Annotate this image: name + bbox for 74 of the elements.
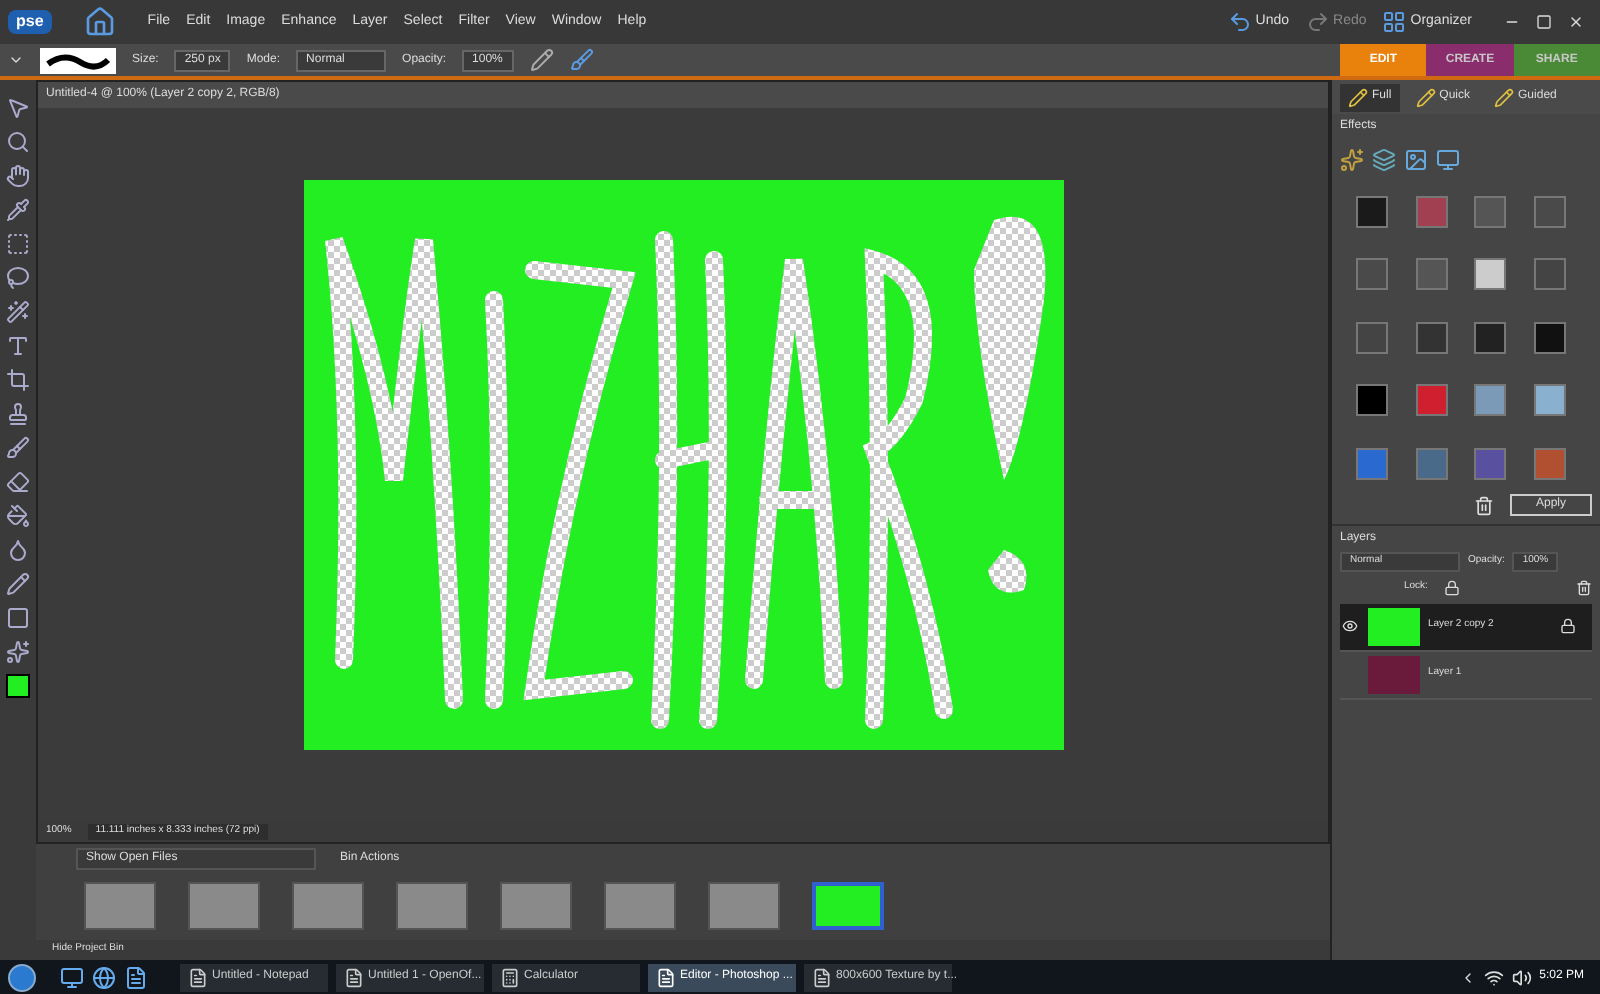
- image-thumbnail[interactable]: [292, 882, 364, 930]
- undo-icon: [1227, 10, 1252, 34]
- caret-icon[interactable]: [8, 52, 24, 68]
- effect-swatch[interactable]: [1356, 321, 1388, 354]
- lasso-tool-icon[interactable]: [6, 266, 30, 290]
- stamp-tool-icon[interactable]: [6, 402, 30, 426]
- effect-swatch[interactable]: [1474, 321, 1506, 354]
- window-icon: [656, 967, 676, 987]
- image-thumbnail[interactable]: [812, 882, 884, 930]
- effect-swatch[interactable]: [1474, 196, 1506, 228]
- effect-swatch[interactable]: [1415, 447, 1447, 480]
- color-swatches[interactable]: [6, 674, 30, 698]
- pencil-tool-icon[interactable]: [6, 572, 30, 596]
- effect-swatch[interactable]: [1533, 321, 1565, 354]
- move-tool-icon[interactable]: [6, 96, 30, 120]
- brush-stroke-preview[interactable]: [40, 47, 116, 73]
- window-icon: [188, 967, 208, 987]
- calculator-icon: [500, 967, 520, 987]
- shape-tool-icon[interactable]: [6, 606, 30, 630]
- eraser-tool-icon[interactable]: [6, 470, 30, 494]
- bucket-tool-icon[interactable]: [6, 504, 30, 528]
- pencil-icon: [1494, 87, 1515, 107]
- effect-swatch[interactable]: [1415, 321, 1447, 354]
- type-tool-icon[interactable]: [6, 334, 30, 358]
- effect-swatch[interactable]: [1533, 384, 1565, 417]
- effect-swatch[interactable]: [1474, 384, 1506, 417]
- effect-swatch[interactable]: [1356, 384, 1388, 417]
- brush-tool-icon[interactable]: [6, 436, 30, 460]
- trash-icon[interactable]: [1473, 495, 1494, 515]
- close-icon[interactable]: [1568, 14, 1584, 30]
- effect-swatch[interactable]: [1415, 196, 1447, 228]
- zoom-tool-icon[interactable]: [6, 130, 30, 154]
- pencil-icon: [1415, 87, 1436, 107]
- trash-icon[interactable]: [1576, 579, 1592, 595]
- maximize-icon[interactable]: [1536, 14, 1552, 30]
- effect-swatch[interactable]: [1533, 258, 1565, 291]
- home-icon[interactable]: [83, 6, 116, 38]
- crop-tool-icon[interactable]: [6, 368, 30, 392]
- window-icon: [344, 967, 364, 987]
- brush-icon[interactable]: [570, 48, 595, 72]
- grid-icon: [1382, 10, 1407, 34]
- start-button[interactable]: [8, 963, 36, 991]
- hand-tool-icon[interactable]: [6, 164, 30, 188]
- effect-swatch[interactable]: [1356, 196, 1388, 228]
- image-thumbnail[interactable]: [708, 882, 780, 930]
- magic-wand-tool-icon[interactable]: [6, 300, 30, 324]
- browser-icon[interactable]: [92, 965, 116, 989]
- pencil-icon: [1348, 87, 1368, 107]
- volume-icon[interactable]: [1511, 967, 1532, 987]
- effect-swatch[interactable]: [1356, 447, 1388, 480]
- effect-swatch[interactable]: [1356, 258, 1388, 291]
- image-thumbnail[interactable]: [604, 882, 676, 930]
- visibility-icon[interactable]: [1342, 618, 1358, 634]
- image-thumbnail[interactable]: [396, 882, 468, 930]
- effect-swatch[interactable]: [1533, 196, 1565, 228]
- image-thumbnail[interactable]: [188, 882, 260, 930]
- effect-swatch[interactable]: [1415, 258, 1447, 291]
- redo-icon: [1305, 10, 1330, 34]
- effect-swatch[interactable]: [1474, 447, 1506, 480]
- monitor-icon[interactable]: [1436, 148, 1460, 172]
- layer-style-icon[interactable]: [1372, 148, 1396, 172]
- image-thumbnail[interactable]: [500, 882, 572, 930]
- effect-swatch[interactable]: [1474, 258, 1506, 291]
- image-thumbnail[interactable]: [84, 882, 156, 930]
- network-icon[interactable]: [1483, 967, 1504, 987]
- desktop-icon[interactable]: [60, 965, 84, 989]
- eyedropper-tool-icon[interactable]: [6, 198, 30, 222]
- lock-icon[interactable]: [1443, 579, 1460, 595]
- app-logo[interactable]: pse: [8, 10, 52, 34]
- marquee-tool-icon[interactable]: [6, 232, 30, 256]
- window-icon: [812, 967, 832, 987]
- sparkle-tool-icon[interactable]: [6, 640, 30, 664]
- effect-swatch[interactable]: [1415, 384, 1447, 417]
- effect-swatch[interactable]: [1533, 447, 1565, 480]
